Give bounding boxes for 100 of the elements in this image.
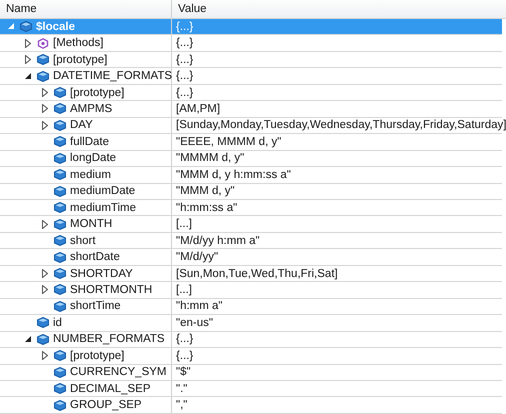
cube-icon	[54, 152, 66, 164]
cube-icon	[54, 235, 66, 246]
property-name: short	[70, 234, 96, 247]
tree-row[interactable]: mediumTime "h:mm:ss a"	[0, 200, 502, 216]
property-name: NUMBER_FORMATS	[53, 333, 165, 346]
tree-row[interactable]: SHORTMONTH [...]	[0, 282, 502, 299]
cube-icon	[54, 120, 66, 131]
tree-row[interactable]: medium "MMM d, y h:mm:ss a"	[0, 167, 502, 184]
property-value: "M/d/yy"	[176, 251, 218, 264]
cube-icon	[37, 70, 49, 82]
column-header[interactable]: Value	[172, 0, 506, 18]
cube-icon	[54, 169, 66, 180]
property-value: [...]	[176, 218, 192, 230]
tree-row[interactable]: shortDate "M/d/yy"	[0, 249, 502, 266]
cube-icon	[54, 136, 66, 148]
property-value: [Sun,Mon,Tue,Wed,Thu,Fri,Sat]	[176, 268, 338, 280]
property-name: id	[53, 316, 62, 329]
property-name: SHORTMONTH	[70, 284, 152, 296]
expand-icon[interactable]	[42, 269, 48, 278]
cube-icon	[37, 334, 49, 345]
property-value: {...}	[176, 86, 194, 99]
tree-row[interactable]: [prototype] {...}	[0, 84, 502, 102]
property-value: [...]	[176, 284, 192, 296]
cube-icon	[54, 350, 66, 362]
property-value: {...}	[176, 20, 194, 33]
property-value: "M/d/yy h:mm a"	[176, 234, 260, 247]
tree-row[interactable]: MONTH [...]	[0, 216, 502, 233]
property-name: mediumDate	[70, 185, 136, 198]
property-value: "MMM d, y"	[176, 185, 235, 198]
property-name: medium	[70, 168, 111, 181]
property-name: MONTH	[70, 218, 112, 230]
tree-row[interactable]: DATETIME_FORMATS {...}	[0, 68, 502, 85]
tree-row[interactable]: fullDate "EEEE, MMMM d, y"	[0, 134, 502, 151]
property-name: GROUP_SEP	[70, 399, 142, 412]
property-name: [prototype]	[53, 54, 108, 66]
cube-icon	[37, 317, 49, 328]
property-value: "h:mm a"	[176, 300, 223, 312]
expand-icon[interactable]	[42, 285, 48, 294]
expand-icon[interactable]	[42, 120, 48, 130]
tree-row[interactable]: SHORTDAY [Sun,Mon,Tue,Wed,Thu,Fri,Sat]	[0, 266, 502, 282]
property-name: [prototype]	[70, 350, 124, 362]
cube-icon	[20, 21, 32, 32]
tree-row[interactable]: AMPMS [AM,PM]	[0, 101, 502, 118]
tree-row[interactable]: DECIMAL_SEP "."	[0, 380, 502, 398]
expand-icon[interactable]	[42, 351, 48, 360]
tree-row[interactable]: CURRENCY_SYM "$"	[0, 364, 502, 381]
property-name: DAY	[70, 119, 93, 132]
property-name: shortTime	[70, 300, 121, 312]
cube-icon	[54, 400, 66, 411]
cube-icon	[54, 103, 66, 114]
property-name: mediumTime	[70, 202, 136, 214]
property-name: DECIMAL_SEP	[70, 382, 151, 395]
column-header[interactable]: Name	[0, 0, 172, 18]
collapse-icon[interactable]	[24, 72, 32, 80]
cube-icon	[54, 252, 66, 263]
expand-icon[interactable]	[25, 38, 31, 48]
expand-icon[interactable]	[25, 55, 31, 64]
property-value: {...}	[176, 54, 194, 66]
cube-icon	[54, 284, 66, 296]
expand-icon[interactable]	[42, 220, 48, 229]
tree-row[interactable]: longDate "MMMM d, y"	[0, 150, 502, 168]
cube-icon	[54, 383, 66, 394]
cube-icon	[37, 54, 49, 66]
tree-row[interactable]: [Methods] {...}	[0, 35, 502, 52]
property-value: {...}	[176, 70, 194, 82]
property-value: "EEEE, MMMM d, y"	[176, 136, 282, 148]
property-name: SHORTDAY	[70, 268, 133, 280]
property-value: "MMM d, y h:mm:ss a"	[176, 168, 291, 181]
cube-icon	[54, 202, 66, 214]
property-name: $locale	[36, 20, 75, 33]
tree-row[interactable]: short "M/d/yy h:mm a"	[0, 232, 502, 250]
cube-icon	[54, 268, 66, 280]
cube-icon	[54, 186, 66, 197]
tree-row[interactable]: [prototype] {...}	[0, 52, 502, 68]
cube-icon	[54, 300, 66, 312]
property-name: fullDate	[70, 136, 109, 148]
tree-row[interactable]: GROUP_SEP ","	[0, 397, 502, 414]
tree-row[interactable]: id "en-us"	[0, 315, 502, 332]
property-value: {...}	[176, 333, 194, 346]
expand-icon[interactable]	[42, 104, 48, 114]
property-name: shortDate	[70, 251, 120, 264]
cube-icon	[54, 87, 66, 98]
tree-row[interactable]: mediumDate "MMM d, y"	[0, 184, 502, 200]
expand-icon[interactable]	[42, 88, 48, 98]
property-value: {...}	[176, 350, 194, 362]
property-value: "."	[176, 382, 188, 395]
property-value: ","	[176, 399, 188, 412]
property-value: "$"	[176, 366, 191, 378]
property-value: "h:mm:ss a"	[176, 202, 238, 214]
cube-icon	[54, 366, 66, 378]
tree-row[interactable]: shortTime "h:mm a"	[0, 298, 502, 316]
property-value: "en-us"	[176, 316, 213, 329]
tree-row[interactable]: NUMBER_FORMATS {...}	[0, 332, 502, 348]
collapse-icon[interactable]	[24, 336, 32, 343]
property-name: AMPMS	[70, 102, 112, 115]
property-name: DATETIME_FORMATS	[53, 70, 172, 82]
tree-row[interactable]: [prototype] {...}	[0, 348, 502, 365]
property-name: CURRENCY_SYM	[70, 366, 166, 378]
property-value: "MMMM d, y"	[176, 152, 244, 164]
property-name: [Methods]	[53, 37, 104, 50]
